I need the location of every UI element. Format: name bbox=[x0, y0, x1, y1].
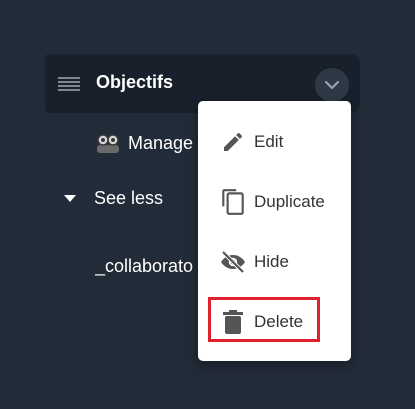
toggle-label: See less bbox=[94, 188, 164, 208]
copy-icon bbox=[220, 189, 246, 215]
menu-item-duplicate[interactable]: Duplicate bbox=[198, 172, 351, 232]
sidebar-item-label: Manage bbox=[128, 132, 194, 153]
menu-item-label: Duplicate bbox=[254, 192, 325, 211]
chevron-down-icon bbox=[324, 80, 340, 90]
menu-item-edit[interactable]: Edit bbox=[198, 112, 351, 172]
sidebar-item-label: Objectifs bbox=[96, 72, 174, 92]
sidebar-item-manage[interactable]: Manage bbox=[96, 131, 193, 155]
see-less-toggle[interactable]: See less bbox=[64, 188, 163, 209]
caret-down-icon bbox=[64, 194, 76, 202]
sidebar-item-collaborators[interactable]: _collaborato bbox=[95, 256, 200, 277]
context-menu: Edit Duplicate Hide Delete bbox=[198, 101, 351, 361]
menu-item-hide[interactable]: Hide bbox=[198, 232, 351, 292]
drag-handle-icon[interactable] bbox=[58, 77, 80, 93]
expand-menu-button[interactable] bbox=[315, 68, 349, 102]
sidebar-canvas: Objectifs Manage See less _collaborato E… bbox=[0, 0, 415, 409]
pencil-icon bbox=[220, 129, 246, 155]
menu-item-label: Edit bbox=[254, 132, 284, 151]
eye-off-icon bbox=[220, 249, 246, 275]
delete-highlight-box bbox=[208, 297, 320, 342]
menu-item-label: Hide bbox=[254, 252, 289, 271]
people-emoji-icon bbox=[97, 134, 119, 153]
